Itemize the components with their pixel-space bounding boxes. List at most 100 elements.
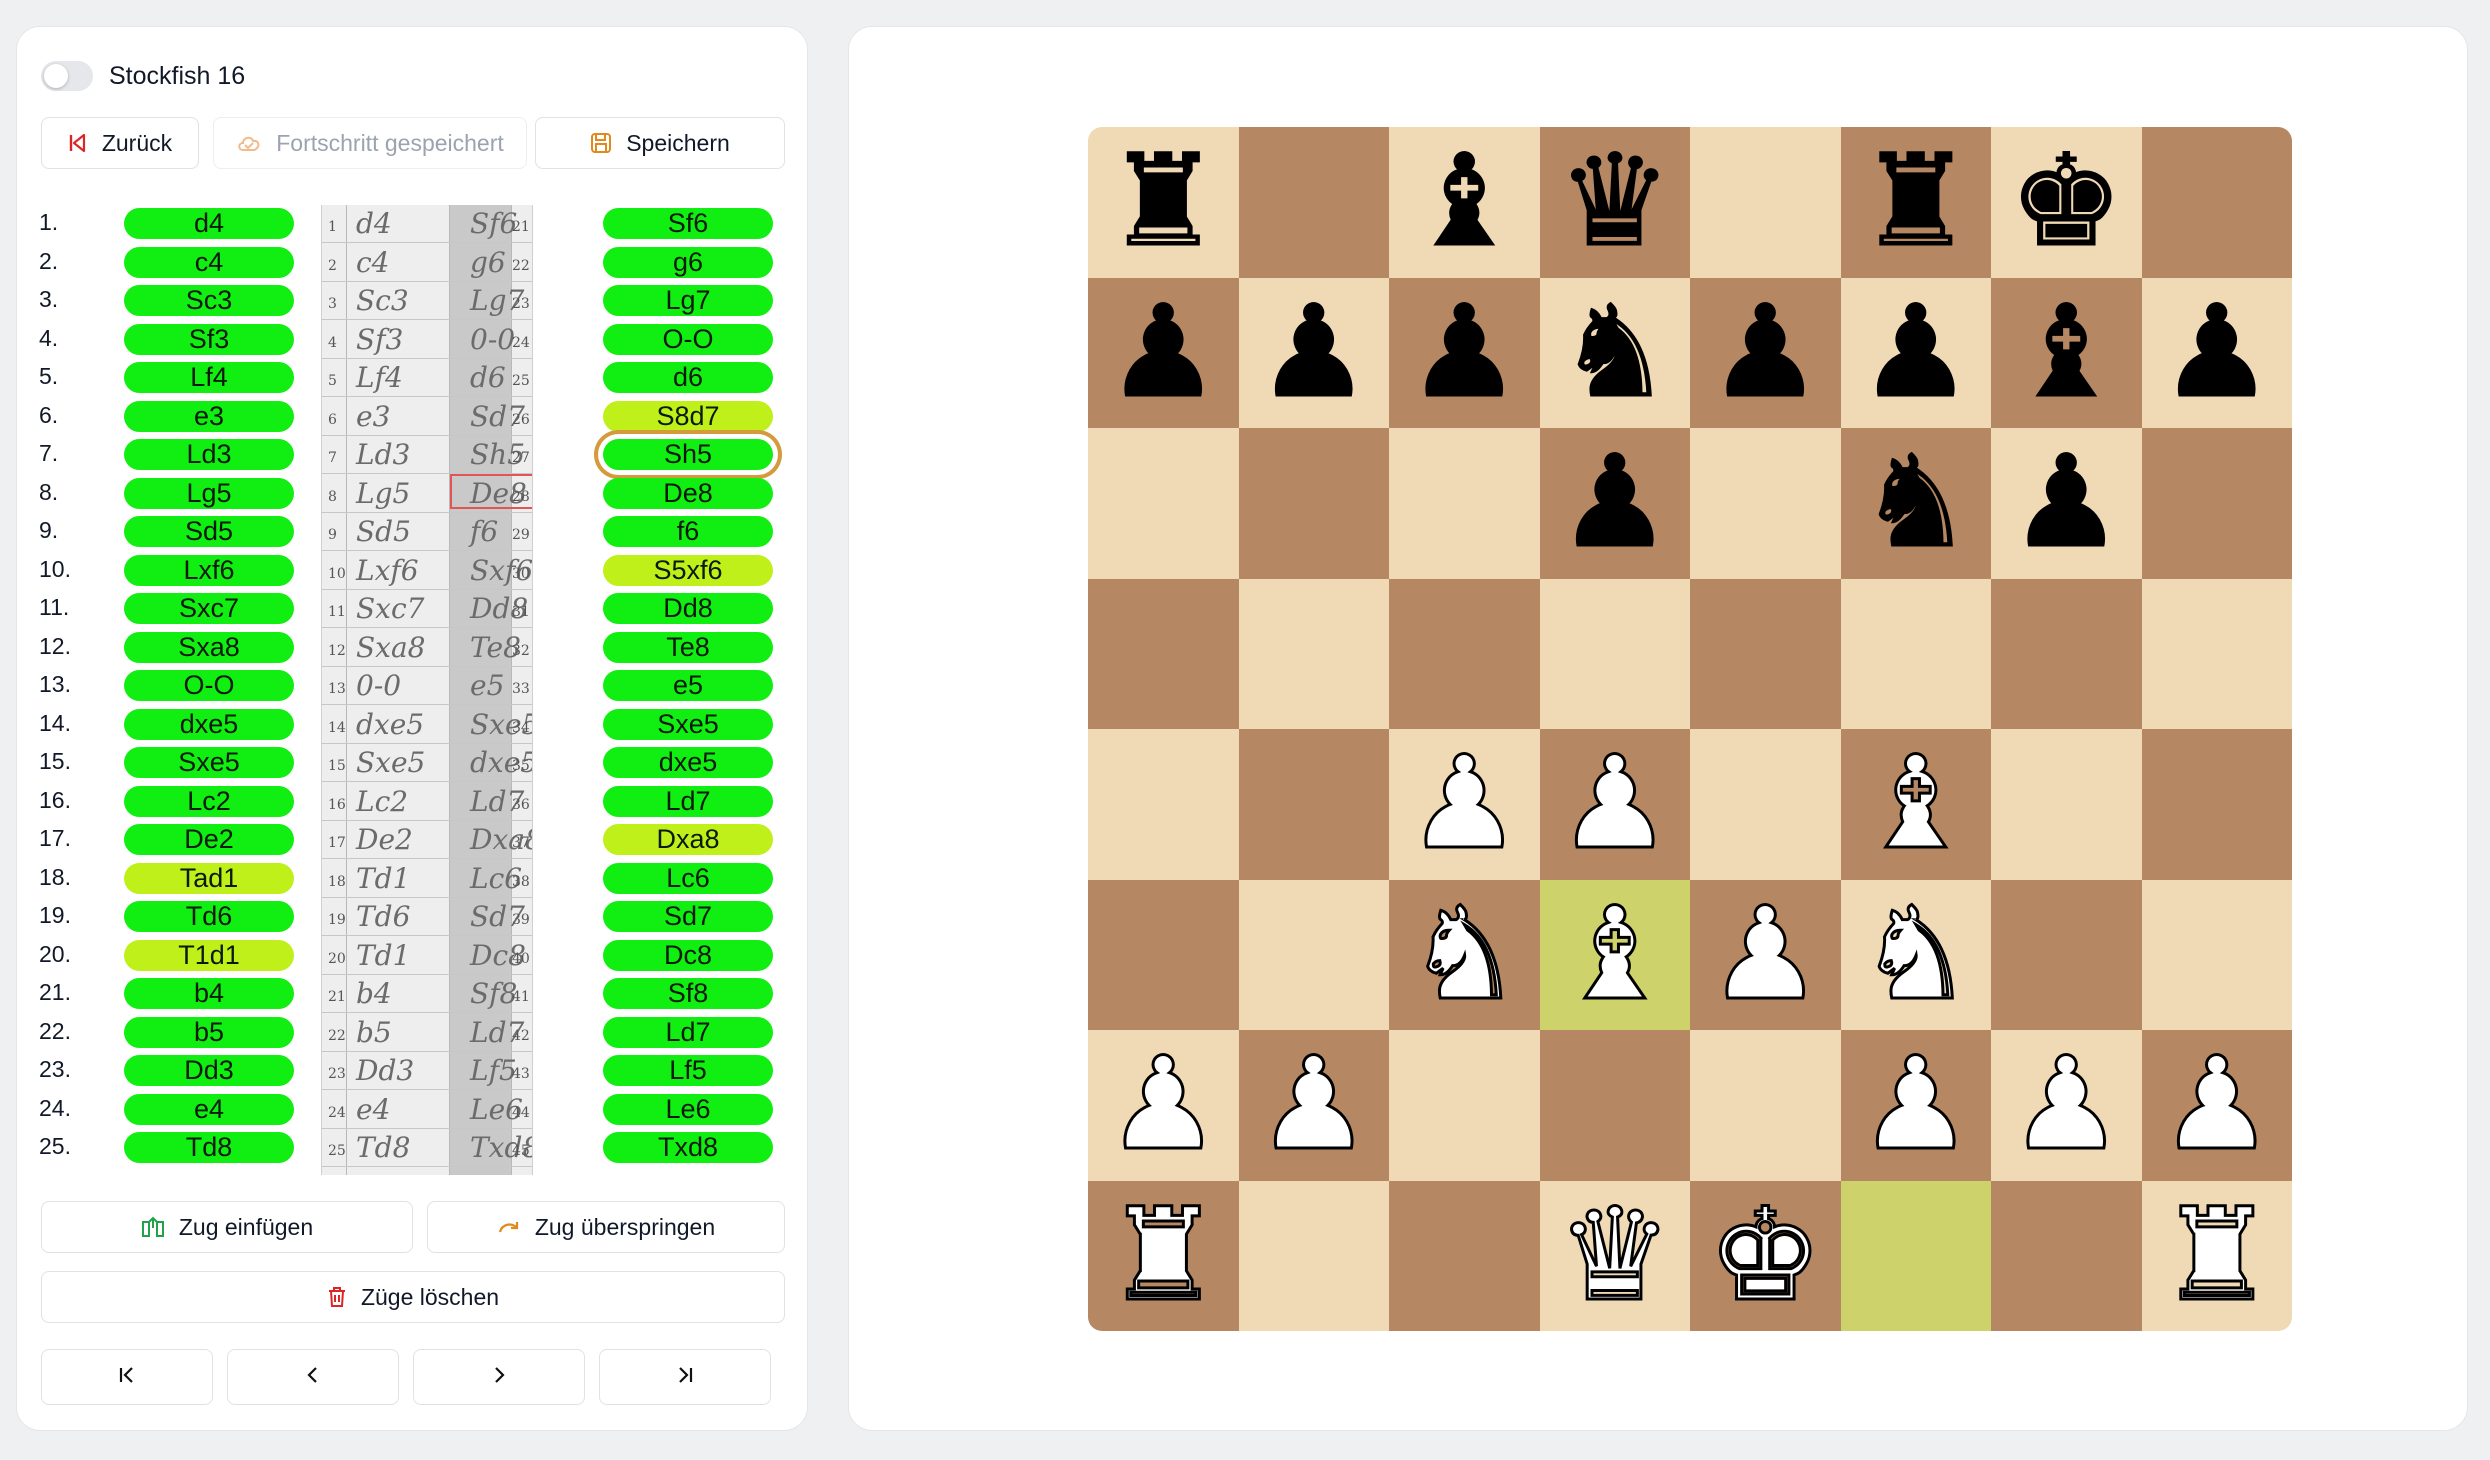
black-move-pill[interactable]: dxe5 — [603, 747, 773, 778]
white-knight-icon[interactable]: ♞ — [1857, 889, 1975, 1020]
chess-board[interactable]: ♜ ♝ ♛ ♜ ♚ ♟ ♟ ♟ ♞ ♟ ♟ ♝ ♟ ♟ ♞ ♟ ♟ ♟ ♝ ♞ ♝ ♟ ♞ ♟ ♟ ♟ ♟ ♟ ♜ ♛ ♚ ♜ — [1088, 127, 2292, 1331]
square-d4[interactable]: ♟ — [1539, 729, 1690, 880]
square-f3[interactable]: ♞ — [1840, 879, 1991, 1030]
save-button[interactable]: Speichern — [535, 117, 785, 169]
delete-moves-button[interactable]: Züge löschen — [41, 1271, 785, 1323]
black-move-pill[interactable]: Sh5 — [603, 439, 773, 470]
black-move-pill[interactable]: Lg7 — [603, 285, 773, 316]
white-move-pill[interactable]: Ld3 — [124, 439, 294, 470]
skip-move-button[interactable]: Zug überspringen — [427, 1201, 785, 1253]
black-move-pill[interactable]: g6 — [603, 246, 773, 278]
square-h8[interactable] — [2141, 127, 2292, 278]
square-b2[interactable]: ♟ — [1238, 1030, 1389, 1181]
white-move-pill[interactable]: b4 — [124, 978, 294, 1009]
insert-move-button[interactable]: Zug einfügen — [41, 1201, 413, 1253]
square-h4[interactable] — [2141, 729, 2292, 880]
black-queen-icon[interactable]: ♛ — [1557, 137, 1673, 266]
white-move-pill[interactable]: Sxa8 — [124, 631, 294, 663]
square-a1[interactable]: ♜ — [1088, 1180, 1239, 1331]
square-e5[interactable] — [1690, 578, 1841, 729]
white-move-pill[interactable]: Lc2 — [124, 785, 294, 817]
square-c6[interactable] — [1389, 428, 1540, 579]
square-h3[interactable] — [2141, 879, 2292, 1030]
square-a5[interactable] — [1088, 578, 1239, 729]
white-knight-icon[interactable]: ♞ — [1405, 889, 1523, 1020]
back-button[interactable]: Zurück — [41, 117, 199, 169]
white-move-pill[interactable]: c4 — [124, 246, 294, 278]
black-pawn-icon[interactable]: ♟ — [1406, 288, 1522, 417]
square-e8[interactable] — [1690, 127, 1841, 278]
white-pawn-icon[interactable]: ♟ — [2158, 1039, 2276, 1170]
square-h1[interactable]: ♜ — [2141, 1180, 2292, 1331]
black-knight-icon[interactable]: ♞ — [1858, 438, 1974, 567]
white-move-pill[interactable]: e3 — [124, 400, 294, 432]
white-move-pill[interactable]: Lg5 — [124, 477, 294, 509]
first-move-button[interactable] — [41, 1349, 213, 1405]
black-move-pill[interactable]: Dc8 — [603, 939, 773, 971]
black-move-pill[interactable]: Txd8 — [603, 1132, 773, 1163]
black-move-pill[interactable]: Lc6 — [603, 862, 773, 894]
black-pawn-icon[interactable]: ♟ — [1105, 288, 1221, 417]
square-g2[interactable]: ♟ — [1991, 1030, 2142, 1181]
square-c7[interactable]: ♟ — [1389, 277, 1540, 428]
black-move-pill[interactable]: S5xf6 — [603, 554, 773, 586]
white-move-pill[interactable]: Tad1 — [124, 862, 294, 894]
black-knight-icon[interactable]: ♞ — [1557, 288, 1673, 417]
square-h6[interactable] — [2141, 428, 2292, 579]
square-c3[interactable]: ♞ — [1389, 879, 1540, 1030]
white-move-pill[interactable]: De2 — [124, 824, 294, 855]
black-pawn-icon[interactable]: ♟ — [1557, 438, 1673, 567]
square-c8[interactable]: ♝ — [1389, 127, 1540, 278]
square-g5[interactable] — [1991, 578, 2142, 729]
white-pawn-icon[interactable]: ♟ — [1556, 738, 1674, 869]
black-move-pill[interactable]: Ld7 — [603, 1016, 773, 1048]
square-e6[interactable] — [1690, 428, 1841, 579]
square-a7[interactable]: ♟ — [1088, 277, 1239, 428]
black-move-pill[interactable]: e5 — [603, 670, 773, 701]
square-c1[interactable] — [1389, 1180, 1540, 1331]
black-king-icon[interactable]: ♚ — [2008, 137, 2124, 266]
square-b5[interactable] — [1238, 578, 1389, 729]
engine-toggle[interactable] — [41, 61, 93, 91]
last-move-button[interactable] — [599, 1349, 771, 1405]
white-queen-icon[interactable]: ♛ — [1556, 1190, 1674, 1321]
white-pawn-icon[interactable]: ♟ — [2007, 1039, 2125, 1170]
square-a3[interactable] — [1088, 879, 1239, 1030]
white-king-icon[interactable]: ♚ — [1706, 1190, 1824, 1321]
square-f8[interactable]: ♜ — [1840, 127, 1991, 278]
white-move-pill[interactable]: T1d1 — [124, 939, 294, 971]
black-move-pill[interactable]: Dxa8 — [603, 824, 773, 855]
square-g6[interactable]: ♟ — [1991, 428, 2142, 579]
black-rook-icon[interactable]: ♜ — [1105, 137, 1221, 266]
square-f7[interactable]: ♟ — [1840, 277, 1991, 428]
square-g8[interactable]: ♚ — [1991, 127, 2142, 278]
square-b7[interactable]: ♟ — [1238, 277, 1389, 428]
square-a4[interactable] — [1088, 729, 1239, 880]
square-e3[interactable]: ♟ — [1690, 879, 1841, 1030]
black-move-pill[interactable]: Ld7 — [603, 785, 773, 817]
white-move-pill[interactable]: Td6 — [124, 901, 294, 932]
white-move-pill[interactable]: Sc3 — [124, 285, 294, 316]
white-pawn-icon[interactable]: ♟ — [1857, 1039, 1975, 1170]
black-pawn-icon[interactable]: ♟ — [1256, 288, 1372, 417]
square-d8[interactable]: ♛ — [1539, 127, 1690, 278]
square-f1[interactable] — [1840, 1180, 1991, 1331]
white-move-pill[interactable]: d4 — [124, 208, 294, 239]
white-pawn-icon[interactable]: ♟ — [1405, 738, 1523, 869]
black-pawn-icon[interactable]: ♟ — [2159, 288, 2275, 417]
square-e7[interactable]: ♟ — [1690, 277, 1841, 428]
black-move-pill[interactable]: d6 — [603, 362, 773, 393]
square-d7[interactable]: ♞ — [1539, 277, 1690, 428]
square-g3[interactable] — [1991, 879, 2142, 1030]
square-f2[interactable]: ♟ — [1840, 1030, 1991, 1181]
square-f4[interactable]: ♝ — [1840, 729, 1991, 880]
square-b8[interactable] — [1238, 127, 1389, 278]
square-e4[interactable] — [1690, 729, 1841, 880]
black-move-pill[interactable]: Sxe5 — [603, 708, 773, 740]
square-d3[interactable]: ♝ — [1539, 879, 1690, 1030]
square-h5[interactable] — [2141, 578, 2292, 729]
black-move-pill[interactable]: Le6 — [603, 1093, 773, 1125]
white-move-pill[interactable]: Lxf6 — [124, 554, 294, 586]
square-b4[interactable] — [1238, 729, 1389, 880]
black-bishop-icon[interactable]: ♝ — [2008, 288, 2124, 417]
